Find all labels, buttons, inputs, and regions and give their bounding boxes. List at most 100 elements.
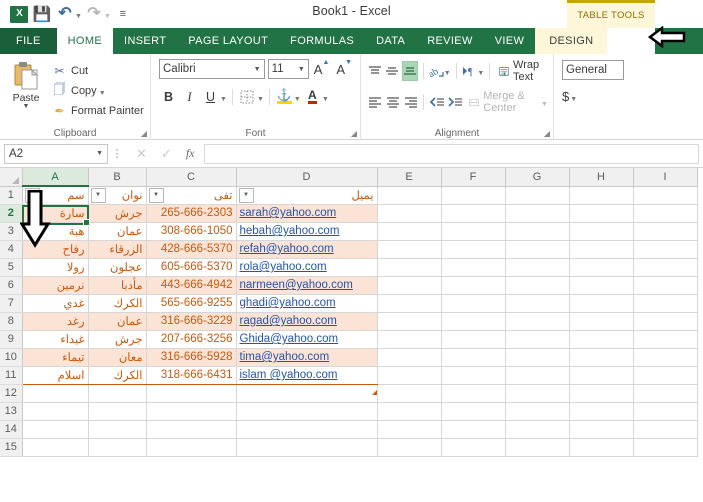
decrease-font-size-button[interactable]: A▼ (334, 59, 354, 76)
cell-a13[interactable] (22, 402, 89, 421)
underline-button[interactable]: U (201, 87, 220, 107)
tab-formulas[interactable]: FORMULAS (279, 28, 365, 54)
cell-f2[interactable] (441, 204, 506, 223)
cell-g14[interactable] (505, 420, 570, 439)
cell-a8[interactable]: رغد (21, 312, 89, 331)
table-header-name[interactable]: ▼ سم (21, 186, 89, 205)
cell-i9[interactable] (633, 330, 698, 349)
cell-e15[interactable] (377, 438, 442, 457)
cell-i4[interactable] (633, 240, 698, 259)
align-left-button[interactable] (367, 92, 383, 112)
row-header-12[interactable]: 12 (0, 384, 23, 403)
merge-dropdown-icon[interactable]: ▼ (541, 101, 548, 108)
cut-button[interactable]: ✂ Cut (52, 62, 150, 79)
increase-font-size-button[interactable]: A▲ (312, 59, 332, 76)
row-header-10[interactable]: 10 (0, 348, 23, 367)
cell-b10[interactable]: معان (88, 348, 147, 367)
cell-g9[interactable] (505, 330, 570, 349)
cell-a3[interactable]: هبة (21, 222, 89, 241)
cell-b5[interactable]: عجلون (88, 258, 147, 277)
cell-c8[interactable]: 316-666-3229 (146, 312, 237, 331)
cell-c12[interactable] (146, 384, 237, 403)
cell-a10[interactable]: تيماء (21, 348, 89, 367)
borders-button[interactable] (238, 87, 257, 107)
cell-a9[interactable]: غيداء (21, 330, 89, 349)
cell-e3[interactable] (377, 222, 442, 241)
filter-dropdown-city-icon[interactable]: ▼ (90, 187, 106, 203)
cell-g3[interactable] (505, 222, 570, 241)
row-header-9[interactable]: 9 (0, 330, 23, 349)
cell-b6[interactable]: مأدبا (88, 276, 147, 295)
name-box-dropdown-icon[interactable]: ▼ (96, 150, 103, 157)
column-header-i[interactable]: I (633, 168, 698, 187)
tab-file[interactable]: FILE (0, 28, 57, 54)
cell-a2[interactable]: سارة (21, 203, 89, 223)
cell-e7[interactable] (377, 294, 442, 313)
cell-d10[interactable]: tima@yahoo.com (236, 348, 378, 367)
cell-a7[interactable]: غدي (21, 294, 89, 313)
filter-dropdown-name-icon[interactable]: ▼ (24, 188, 40, 203)
cell-g1[interactable] (505, 186, 570, 205)
cell-c13[interactable] (146, 402, 237, 421)
row-header-8[interactable]: 8 (0, 312, 23, 331)
cell-b15[interactable] (88, 438, 147, 457)
cell-c4[interactable]: 428-666-5370 (146, 240, 237, 259)
cell-a5[interactable]: رولا (21, 258, 89, 277)
align-bottom-button[interactable] (401, 61, 418, 81)
cell-b11[interactable]: الكرك (88, 366, 147, 385)
cell-g10[interactable] (505, 348, 570, 367)
cell-c11[interactable]: 318-666-6431 (146, 366, 237, 385)
clipboard-dialog-launcher-icon[interactable]: ◢ (141, 129, 147, 138)
table-header-email[interactable]: ▼ يميل (236, 186, 378, 205)
cell-e4[interactable] (377, 240, 442, 259)
font-dialog-launcher-icon[interactable]: ◢ (351, 129, 357, 138)
format-painter-button[interactable]: ✒ Format Painter (52, 102, 150, 119)
align-center-button[interactable] (385, 92, 401, 112)
orientation-button[interactable]: ab (428, 61, 444, 81)
cell-d7[interactable]: ghadi@yahoo.com (236, 294, 378, 313)
cell-c10[interactable]: 316-666-5928 (146, 348, 237, 367)
align-top-button[interactable] (367, 61, 382, 81)
cell-i14[interactable] (633, 420, 698, 439)
cell-c7[interactable]: 565-666-9255 (146, 294, 237, 313)
cell-e11[interactable] (377, 366, 442, 385)
row-header-13[interactable]: 13 (0, 402, 23, 421)
cell-f7[interactable] (441, 294, 506, 313)
font-name-dropdown-icon[interactable]: ▼ (254, 66, 261, 73)
cell-e8[interactable] (377, 312, 442, 331)
cell-b14[interactable] (88, 420, 147, 439)
tab-page-layout[interactable]: PAGE LAYOUT (177, 28, 279, 54)
increase-indent-button[interactable] (447, 92, 463, 112)
accounting-format-icon[interactable]: $ (562, 89, 569, 104)
paste-dropdown-icon[interactable]: ▼ (23, 103, 30, 110)
fill-color-button[interactable]: ⚓ (275, 87, 294, 107)
cell-i12[interactable] (633, 384, 698, 403)
cell-d4[interactable]: refah@yahoo.com (236, 240, 378, 259)
cell-f14[interactable] (441, 420, 506, 439)
cell-d5[interactable]: rola@yahoo.com (236, 258, 378, 277)
column-header-b[interactable]: B (88, 168, 147, 187)
row-header-4[interactable]: 4 (0, 240, 23, 259)
cell-d6[interactable]: narmeen@yahoo.com (236, 276, 378, 295)
number-format-select[interactable]: General (562, 60, 624, 80)
fill-color-dropdown-icon[interactable]: ▼ (294, 96, 301, 103)
column-header-c[interactable]: C (146, 168, 237, 187)
table-resize-handle[interactable] (371, 389, 377, 395)
tab-home[interactable]: HOME (56, 28, 114, 54)
name-box[interactable]: A2 ▼ (4, 143, 108, 164)
alignment-dialog-launcher-icon[interactable]: ◢ (544, 129, 550, 138)
cell-d11[interactable]: islam @yahoo.com (236, 366, 378, 385)
cell-c15[interactable] (146, 438, 237, 457)
cell-h11[interactable] (569, 366, 634, 385)
cell-e1[interactable] (377, 186, 442, 205)
cell-i6[interactable] (633, 276, 698, 295)
cell-f8[interactable] (441, 312, 506, 331)
font-color-dropdown-icon[interactable]: ▼ (322, 96, 329, 103)
cell-h6[interactable] (569, 276, 634, 295)
cell-i2[interactable] (633, 204, 698, 223)
column-header-f[interactable]: F (441, 168, 506, 187)
table-header-city[interactable]: ▼ نوان (88, 186, 147, 205)
cell-b12[interactable] (88, 384, 147, 403)
table-header-phone[interactable]: ▼ تفى (146, 186, 237, 205)
cell-f5[interactable] (441, 258, 506, 277)
